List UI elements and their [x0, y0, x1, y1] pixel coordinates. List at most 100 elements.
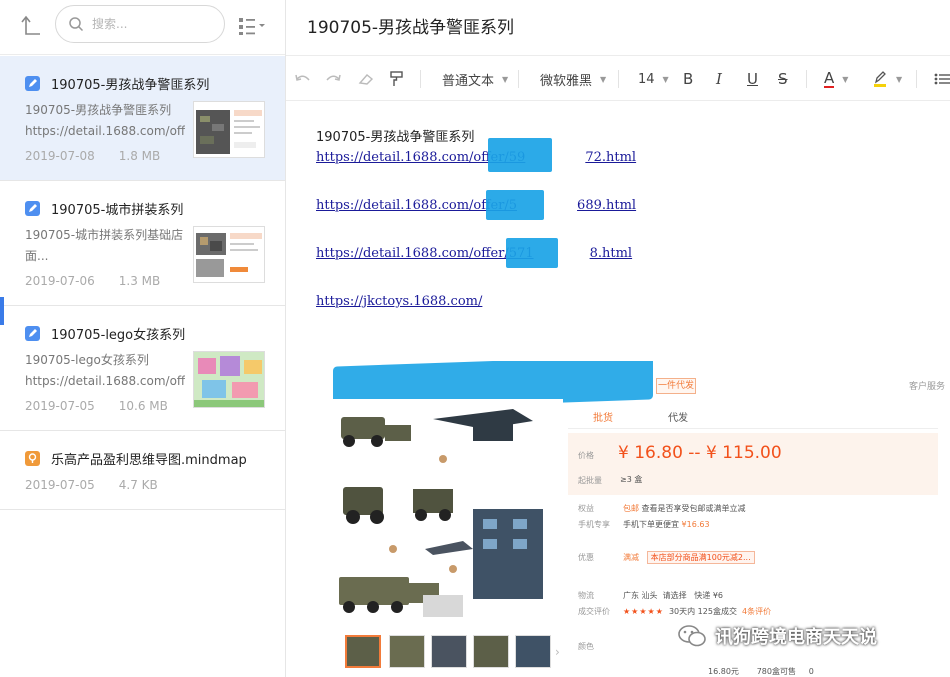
- note-size: 10.6 MB: [118, 399, 168, 413]
- font-size-select[interactable]: 14 ▼: [638, 68, 669, 90]
- note-title: 190705-男孩战争警匪系列: [51, 78, 210, 93]
- shipping-row: 物流 广东 汕头 请选择 快递 ¥6: [578, 591, 724, 600]
- note-icon: [25, 201, 40, 216]
- clear-format-button[interactable]: [358, 68, 374, 90]
- format-painter-button[interactable]: [390, 68, 404, 90]
- italic-button[interactable]: I: [716, 68, 722, 90]
- note-meta: 2019-07-08 1.8 MB: [25, 149, 160, 163]
- toolbar-divider: [806, 70, 807, 88]
- undo-button[interactable]: [294, 68, 312, 90]
- note-size: 4.7 KB: [118, 478, 158, 492]
- price-box: 价格 ¥ 16.80 -- ¥ 115.00 起批量 ≥3 盒: [568, 433, 938, 495]
- note-meta: 2019-07-05 4.7 KB: [25, 478, 158, 492]
- offer-link-3[interactable]: https://detail.1688.com/offer/571 8.html: [316, 246, 632, 261]
- watermark-text: 讯狗跨境电商天天说: [715, 627, 877, 648]
- chevron-right-icon[interactable]: ›: [555, 645, 560, 659]
- app-window: 190705-男孩战争警匪系列 190705-男孩战争警匪系列 https://…: [0, 0, 950, 677]
- offer-link-2[interactable]: https://detail.1688.com/offer/5 689.html: [316, 198, 636, 213]
- note-item[interactable]: 190705-城市拼装系列 190705-城市拼装系列基础店 面... 2019…: [0, 181, 285, 306]
- mobile-row: 手机专享 手机下单更便宜 ¥16.63: [578, 520, 710, 529]
- paragraph-style-select[interactable]: 普通文本 ▼: [442, 68, 508, 90]
- note-size: 1.3 MB: [118, 274, 161, 288]
- tab-dropship[interactable]: 代发: [668, 409, 688, 424]
- product-thumbnails: ›: [343, 635, 568, 671]
- back-button[interactable]: [18, 12, 46, 40]
- wechat-logo-icon: [678, 625, 706, 647]
- redaction-blur: [506, 238, 558, 268]
- bold-button[interactable]: B: [683, 68, 693, 90]
- search-input[interactable]: [92, 14, 212, 34]
- bullet-list-icon: [934, 73, 950, 85]
- note-date: 2019-07-05: [25, 399, 95, 413]
- highlighter-icon: [874, 71, 886, 87]
- note-icon: [25, 76, 40, 91]
- search-icon: [69, 17, 84, 32]
- note-date: 2019-07-06: [25, 274, 95, 288]
- rating-row: 成交评价 ★★★★★ 30天内 125盒成交 4条评价: [578, 607, 772, 616]
- back-up-icon: [21, 15, 40, 35]
- moq-value: ≥3 盒: [620, 475, 643, 484]
- font-color-button[interactable]: A ▼: [824, 68, 848, 90]
- note-title: 乐高产品盈利思维导图.mindmap: [51, 453, 247, 468]
- note-list-sidebar: 190705-男孩战争警匪系列 190705-男孩战争警匪系列 https://…: [0, 0, 286, 677]
- qty-value[interactable]: 0: [809, 667, 814, 676]
- note-preview: 190705-城市拼装系列基础店 面...: [25, 228, 184, 263]
- thumbnail[interactable]: [431, 635, 467, 668]
- redo-button[interactable]: [324, 68, 342, 90]
- note-thumbnail: [193, 101, 265, 158]
- caret-down-icon: ▼: [896, 74, 903, 84]
- caret-down-icon: ▼: [502, 74, 509, 84]
- list-button[interactable]: [934, 68, 950, 90]
- mindmap-icon: [25, 451, 40, 466]
- font-family-select[interactable]: 微软雅黑 ▼: [540, 68, 606, 90]
- sku-row: 16.80元 780盒可售 0: [708, 667, 814, 676]
- list-view-icon: [239, 18, 265, 35]
- toolbar-divider: [518, 70, 519, 88]
- purchase-tabs: 批货 代发: [568, 403, 938, 429]
- caret-down-icon: ▼: [842, 74, 849, 84]
- rating-stars: ★★★★★: [623, 607, 664, 616]
- strikethrough-button[interactable]: S: [778, 68, 788, 90]
- undo-icon: [295, 74, 310, 81]
- caret-down-icon: ▼: [600, 74, 607, 84]
- document-title[interactable]: 190705-男孩战争警匪系列: [307, 13, 514, 38]
- customer-service-label: 客户服务: [909, 382, 946, 392]
- note-meta: 2019-07-06 1.3 MB: [25, 274, 160, 288]
- caret-down-icon: ▼: [662, 74, 669, 84]
- watermark: 讯狗跨境电商天天说: [677, 622, 877, 650]
- format-toolbar: 普通文本 ▼ 微软雅黑 ▼ 14 ▼ B I U S A ▼ ▼: [286, 55, 950, 101]
- shop-link[interactable]: https://jkctoys.1688.com/: [316, 294, 482, 309]
- note-meta: 2019-07-05 10.6 MB: [25, 399, 168, 413]
- tab-wholesale[interactable]: 批货: [593, 409, 613, 424]
- distribution-tag: 一件代发: [656, 378, 696, 394]
- view-mode-button[interactable]: [238, 16, 268, 36]
- note-item[interactable]: 190705-lego女孩系列 190705-lego女孩系列 https://…: [0, 306, 285, 431]
- thumbnail[interactable]: [345, 635, 381, 668]
- thumbnail[interactable]: [473, 635, 509, 668]
- redo-icon: [326, 74, 341, 81]
- product-photo: [333, 399, 563, 634]
- note-preview: 190705-lego女孩系列 https://detail.1688.com/…: [25, 353, 185, 388]
- price-range: ¥ 16.80 -- ¥ 115.00: [618, 443, 782, 463]
- redaction-blur: [486, 190, 544, 220]
- thumbnail[interactable]: [515, 635, 551, 668]
- promo-row: 优惠 满减 本店部分商品满100元减2...: [578, 551, 755, 564]
- note-preview: 190705-男孩战争警匪系列 https://detail.1688.com/…: [25, 103, 185, 138]
- eraser-icon: [358, 74, 374, 85]
- note-item-mindmap[interactable]: 乐高产品盈利思维导图.mindmap 2019-07-05 4.7 KB: [0, 431, 285, 510]
- price-label: 价格: [578, 451, 594, 460]
- search-box[interactable]: [55, 5, 225, 43]
- thumbnail[interactable]: [389, 635, 425, 668]
- offer-link-1[interactable]: https://detail.1688.com/offer/59 72.html: [316, 150, 636, 165]
- note-date: 2019-07-08: [25, 149, 95, 163]
- underline-button[interactable]: U: [747, 68, 758, 90]
- note-item[interactable]: 190705-男孩战争警匪系列 190705-男孩战争警匪系列 https://…: [0, 56, 285, 181]
- note-icon: [25, 326, 40, 341]
- moq-label: 起批量: [578, 476, 602, 485]
- sidebar-toolbar: [0, 0, 285, 55]
- note-size: 1.8 MB: [118, 149, 161, 163]
- note-date: 2019-07-05: [25, 478, 95, 492]
- benefit-row: 权益 包邮 查看是否享受包邮或满单立减: [578, 504, 746, 513]
- redaction-blur: [488, 138, 552, 172]
- highlight-button[interactable]: ▼: [872, 68, 902, 90]
